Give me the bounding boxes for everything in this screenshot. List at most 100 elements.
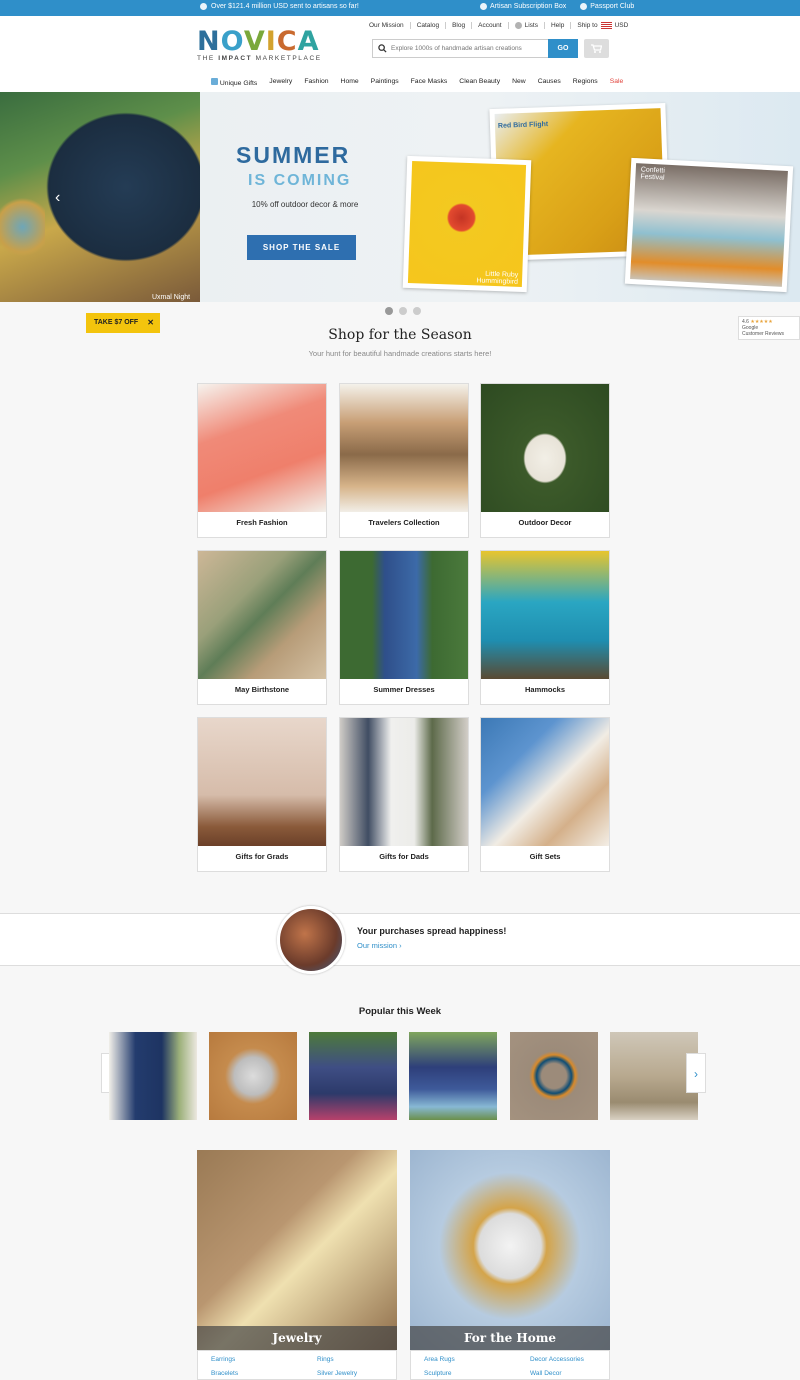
nav-sale[interactable]: Sale [604, 78, 630, 87]
link-earrings[interactable]: Earrings [211, 1356, 235, 1363]
tile-outdoor-decor[interactable]: Outdoor Decor [480, 383, 610, 538]
gift-sets-image [481, 718, 609, 846]
tile-label: May Birthstone [234, 685, 290, 694]
mission-strip: Your purchases spread happiness! Our mis… [0, 906, 800, 974]
hero-dot-2[interactable] [399, 307, 407, 315]
subscription-label: Artisan Subscription Box [490, 3, 567, 10]
tile-label: Travelers Collection [368, 518, 440, 527]
hero-prev-arrow-icon[interactable]: ‹ [55, 189, 60, 207]
nav-unique-gifts[interactable]: Unique Gifts [205, 78, 263, 87]
link-decor-accessories[interactable]: Decor Accessories [530, 1356, 584, 1363]
popular-item-3[interactable] [309, 1032, 397, 1120]
link-silver-jewelry[interactable]: Silver Jewelry [317, 1370, 357, 1377]
tile-travelers-collection[interactable]: Travelers Collection [339, 383, 469, 538]
heart-icon [514, 22, 522, 29]
gift-box-icon [480, 3, 487, 10]
tile-gift-sets[interactable]: Gift Sets [480, 717, 610, 872]
carousel-next-button[interactable]: › [686, 1053, 706, 1093]
nav-face-masks[interactable]: Face Masks [405, 78, 454, 87]
nav-causes[interactable]: Causes [532, 78, 567, 87]
card-hummingbird-label: Little Ruby Hummingbird [476, 270, 519, 286]
birthstone-image [198, 551, 326, 679]
outdoor-decor-image [481, 384, 609, 512]
tile-gifts-for-dads[interactable]: Gifts for Dads [339, 717, 469, 872]
category-home-label: For the Home [410, 1326, 610, 1350]
nav-home[interactable]: Home [335, 78, 365, 87]
tile-hammocks[interactable]: Hammocks [480, 550, 610, 705]
cart-icon [591, 44, 602, 53]
hero-subtitle: 10% off outdoor decor & more [251, 200, 359, 209]
nav-jewelry[interactable]: Jewelry [263, 78, 298, 87]
hero-dot-3[interactable] [413, 307, 421, 315]
hand-heart-icon [200, 3, 207, 10]
tile-label: Gifts for Dads [379, 852, 429, 861]
ship-to-label: Ship to [577, 22, 598, 29]
subscription-link[interactable]: Artisan Subscription Box [480, 3, 566, 10]
popular-item-4[interactable] [409, 1032, 497, 1120]
logo-letter-c: C [276, 26, 298, 57]
util-help[interactable]: Help [545, 22, 572, 29]
link-rings[interactable]: Rings [317, 1356, 334, 1363]
util-ship-to[interactable]: Ship to USD [571, 22, 634, 29]
nav-clean-beauty[interactable]: Clean Beauty [453, 78, 506, 87]
popular-item-5[interactable] [510, 1032, 598, 1120]
link-sculpture[interactable]: Sculpture [424, 1370, 451, 1377]
util-our-mission[interactable]: Our Mission [363, 22, 411, 29]
nav-fashion[interactable]: Fashion [298, 78, 334, 87]
artisans-avatar [277, 906, 345, 974]
category-jewelry-label: Jewelry [197, 1326, 397, 1350]
travelers-image [340, 384, 468, 512]
hero-banner[interactable]: Uxmal Night ‹ SUMMER IS COMING 10% off o… [0, 92, 800, 302]
popular-item-6[interactable] [610, 1032, 698, 1120]
popular-item-2[interactable] [209, 1032, 297, 1120]
hero-dot-1[interactable] [385, 307, 393, 315]
nav-regions[interactable]: Regions [567, 78, 604, 87]
novica-logo[interactable]: NOVICA THE IMPACT MARKETPLACE [197, 26, 322, 62]
nav-paintings[interactable]: Paintings [365, 78, 405, 87]
search-input[interactable] [391, 42, 541, 55]
us-flag-icon [600, 22, 612, 29]
hero-scene-label: Uxmal Night [152, 294, 191, 301]
util-blog[interactable]: Blog [446, 22, 473, 29]
util-lists[interactable]: Lists [509, 22, 545, 29]
category-for-the-home[interactable]: For the Home [410, 1150, 610, 1350]
logo-letter-v: V [243, 26, 266, 57]
site-header: NOVICA THE IMPACT MARKETPLACE Our Missio… [0, 16, 800, 92]
tile-label: Gift Sets [529, 852, 561, 861]
nav-new[interactable]: New [506, 78, 532, 87]
section-subtitle: Your hunt for beautiful handmade creatio… [308, 349, 492, 358]
popular-item-1[interactable] [109, 1032, 197, 1120]
nav-unique-gifts-label: Unique Gifts [219, 80, 258, 87]
cart-button[interactable] [584, 39, 609, 58]
our-mission-link[interactable]: Our mission › [357, 941, 402, 950]
dads-image [340, 718, 468, 846]
tile-label: Outdoor Decor [518, 518, 572, 527]
util-catalog[interactable]: Catalog [411, 22, 447, 29]
tile-label: Hammocks [524, 685, 566, 694]
link-bracelets[interactable]: Bracelets [211, 1370, 238, 1377]
tagline-post: MARKETPLACE [252, 55, 322, 62]
tile-fresh-fashion[interactable]: Fresh Fashion [197, 383, 327, 538]
logo-wordmark: NOVICA [197, 26, 322, 57]
tile-may-birthstone[interactable]: May Birthstone [197, 550, 327, 705]
mission-headline: Your purchases spread happiness! [357, 926, 507, 936]
fresh-fashion-image [198, 384, 326, 512]
search-go-button[interactable]: GO [548, 39, 578, 58]
glass-vase-image [0, 192, 45, 262]
link-wall-decor[interactable]: Wall Decor [530, 1370, 562, 1377]
tile-gifts-for-grads[interactable]: Gifts for Grads [197, 717, 327, 872]
hammocks-image [481, 551, 609, 679]
hero-title-2: IS COMING [248, 172, 352, 189]
util-account[interactable]: Account [472, 22, 509, 29]
glasses-image [630, 163, 788, 287]
passport-club-link[interactable]: Passport Club [580, 3, 634, 10]
link-area-rugs[interactable]: Area Rugs [424, 1356, 455, 1363]
shop-sale-button[interactable]: SHOP THE SALE [247, 235, 356, 260]
logo-letter-n: N [197, 26, 221, 57]
impact-text: Over $121.4 million USD sent to artisans… [211, 3, 359, 10]
category-jewelry[interactable]: Jewelry [197, 1150, 397, 1350]
hero-card-glasses: Confetti Festival [624, 157, 794, 293]
tile-summer-dresses[interactable]: Summer Dresses [339, 550, 469, 705]
tile-label: Fresh Fashion [236, 518, 288, 527]
utility-nav: Our Mission Catalog Blog Account Lists H… [363, 22, 634, 29]
